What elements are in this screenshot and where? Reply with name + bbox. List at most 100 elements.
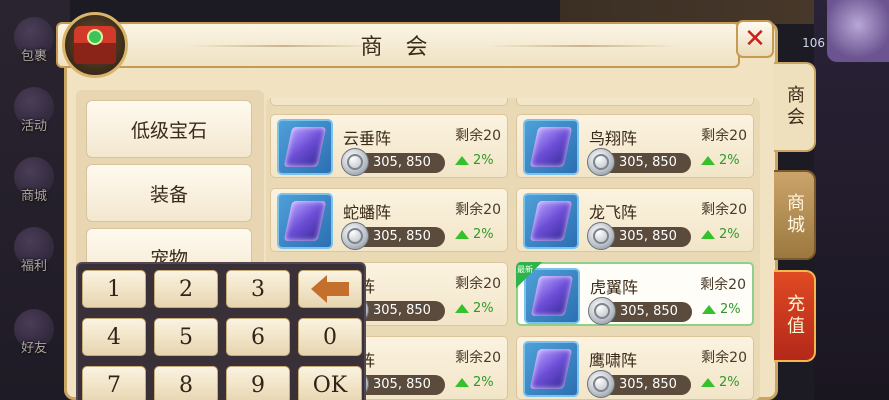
player-avatar[interactable] xyxy=(827,0,889,62)
trend-value: 2% xyxy=(473,153,494,168)
key-3[interactable]: 3 xyxy=(226,270,290,308)
item-price: 305, 850 xyxy=(373,155,431,170)
trend-value: 2% xyxy=(719,153,740,168)
scroll-art xyxy=(529,201,573,241)
backspace-icon xyxy=(311,275,327,303)
key-1[interactable]: 1 xyxy=(82,270,146,308)
price-trend: 2% xyxy=(455,301,494,316)
item-card-selected[interactable]: 最新 虎翼阵 剩余20 305, 850 2% xyxy=(516,262,754,326)
item-remaining: 剩余20 xyxy=(701,128,747,144)
welfare-side-button[interactable]: 福利 xyxy=(8,218,60,274)
scroll-art xyxy=(529,349,573,389)
backspace-key[interactable] xyxy=(298,270,362,308)
item-card[interactable]: 蛇蟠阵 剩余20 305, 850 2% xyxy=(270,188,508,252)
key-4[interactable]: 4 xyxy=(82,318,146,356)
scroll-art xyxy=(529,127,573,167)
mall-side-button[interactable]: 商城 xyxy=(8,148,60,204)
price-trend: 2% xyxy=(701,375,740,390)
trend-value: 2% xyxy=(473,375,494,390)
item-name: 云垂阵 xyxy=(343,129,392,148)
player-level: 106 xyxy=(802,36,825,50)
up-arrow-icon xyxy=(701,230,715,239)
friends-side-button[interactable]: 好友 xyxy=(8,300,60,356)
formation-scroll-icon xyxy=(523,341,579,397)
scroll-art xyxy=(283,127,327,167)
tab-mall[interactable]: 商城 xyxy=(774,170,816,260)
silver-coin-icon xyxy=(587,222,615,250)
key-2[interactable]: 2 xyxy=(154,270,218,308)
item-price: 305, 850 xyxy=(373,229,431,244)
up-arrow-icon xyxy=(702,305,716,314)
player-area: 106 xyxy=(802,0,889,400)
item-remaining: 剩余20 xyxy=(455,202,501,218)
tab-recharge[interactable]: 充值 xyxy=(774,270,816,362)
backspace-icon-tail xyxy=(327,282,349,296)
item-name: 蛇蟠阵 xyxy=(343,203,392,222)
item-name: 虎翼阵 xyxy=(590,278,639,297)
item-card-partial[interactable] xyxy=(270,98,508,106)
title-ornament-right xyxy=(488,45,678,47)
trend-value: 2% xyxy=(720,302,741,317)
panel-title-bar: 商 会 xyxy=(56,22,740,68)
silver-coin-icon xyxy=(341,222,369,250)
silver-coin-icon xyxy=(587,148,615,176)
item-card[interactable]: 龙飞阵 剩余20 305, 850 2% xyxy=(516,188,754,252)
item-card[interactable]: 鹰啸阵 剩余20 305, 850 2% xyxy=(516,336,754,400)
item-card[interactable]: 鸟翔阵 剩余20 305, 850 2% xyxy=(516,114,754,178)
item-remaining: 剩余20 xyxy=(455,276,501,292)
category-equipment[interactable]: 装备 xyxy=(86,164,252,222)
up-arrow-icon xyxy=(455,378,469,387)
price-trend: 2% xyxy=(702,302,741,317)
item-price: 305, 850 xyxy=(373,377,431,392)
item-name: 鸟翔阵 xyxy=(589,129,638,148)
key-7[interactable]: 7 xyxy=(82,366,146,400)
price-trend: 2% xyxy=(455,153,494,168)
category-low-gem[interactable]: 低级宝石 xyxy=(86,100,252,158)
item-card[interactable]: 云垂阵 剩余20 305, 850 2% xyxy=(270,114,508,178)
key-0[interactable]: 0 xyxy=(298,318,362,356)
item-remaining: 剩余20 xyxy=(701,202,747,218)
item-price: 305, 850 xyxy=(619,155,677,170)
shop-stall-icon xyxy=(74,26,116,64)
close-button[interactable]: ✕ xyxy=(736,20,774,58)
item-remaining: 剩余20 xyxy=(700,277,746,293)
key-5[interactable]: 5 xyxy=(154,318,218,356)
item-price: 305, 850 xyxy=(620,304,678,319)
formation-scroll-icon xyxy=(277,119,333,175)
up-arrow-icon xyxy=(455,156,469,165)
trend-value: 2% xyxy=(473,227,494,242)
item-card-partial[interactable] xyxy=(516,98,754,106)
up-arrow-icon xyxy=(701,156,715,165)
key-6[interactable]: 6 xyxy=(226,318,290,356)
top-status-strip xyxy=(560,0,820,24)
silver-coin-icon xyxy=(341,148,369,176)
trend-value: 2% xyxy=(473,301,494,316)
price-trend: 2% xyxy=(701,153,740,168)
item-remaining: 剩余20 xyxy=(455,128,501,144)
scroll-art xyxy=(283,201,327,241)
silver-coin-icon xyxy=(588,297,616,325)
new-badge: 最新 xyxy=(516,262,542,288)
key-8[interactable]: 8 xyxy=(154,366,218,400)
ok-key[interactable]: OK xyxy=(298,366,362,400)
item-price: 305, 850 xyxy=(619,229,677,244)
key-9[interactable]: 9 xyxy=(226,366,290,400)
silver-coin-icon xyxy=(587,370,615,398)
up-arrow-icon xyxy=(701,378,715,387)
formation-scroll-icon xyxy=(277,193,333,249)
activity-side-button[interactable]: 活动 xyxy=(8,78,60,134)
trend-value: 2% xyxy=(719,375,740,390)
item-price: 305, 850 xyxy=(373,303,431,318)
formation-scroll-icon xyxy=(523,119,579,175)
item-name: 鹰啸阵 xyxy=(589,351,638,370)
price-trend: 2% xyxy=(701,227,740,242)
title-ornament-left xyxy=(188,45,378,47)
price-trend: 2% xyxy=(455,227,494,242)
tab-chamber[interactable]: 商会 xyxy=(774,62,816,152)
trend-value: 2% xyxy=(719,227,740,242)
numeric-keypad: 1 2 3 4 5 6 0 7 8 9 OK xyxy=(76,262,366,400)
formation-scroll-icon xyxy=(523,193,579,249)
bag-side-button[interactable]: 包裹 xyxy=(8,8,60,64)
item-remaining: 剩余20 xyxy=(455,350,501,366)
item-name: 龙飞阵 xyxy=(589,203,638,222)
